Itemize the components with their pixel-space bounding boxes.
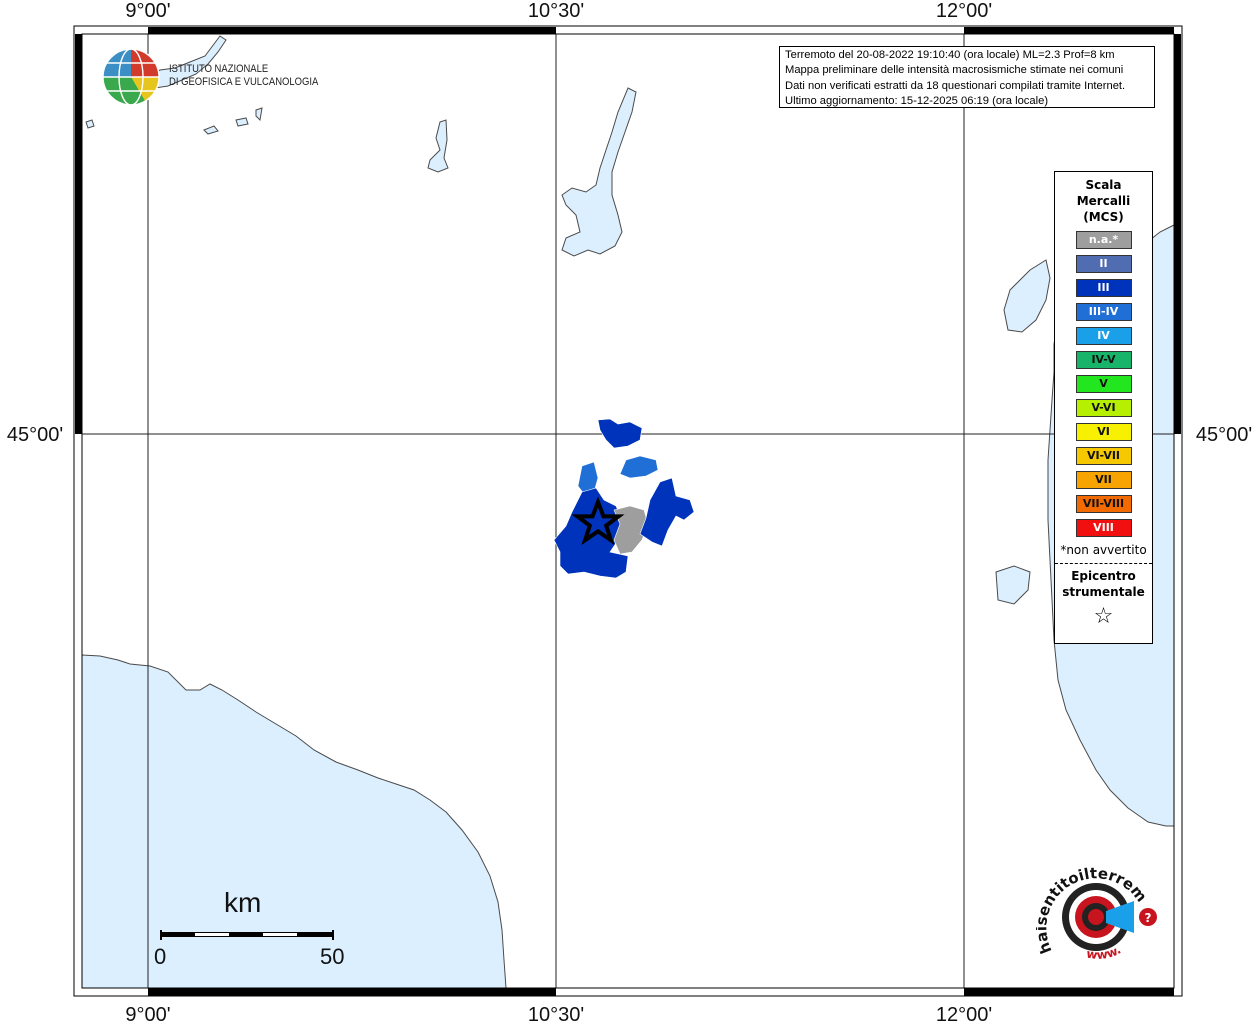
globe-icon: [102, 48, 160, 106]
lon-label-top-2: 10°30': [528, 0, 584, 22]
lon-label-bottom-2: 10°30': [528, 1004, 584, 1024]
event-info-box: Terremoto del 20-08-2022 19:10:40 (ora l…: [779, 46, 1155, 108]
legend-note: *non avvertito: [1060, 543, 1147, 557]
haisentito-badge-icon: haisentitoilterremoto.it www. ?: [1031, 841, 1157, 962]
legend-item: VII-VIII: [1075, 495, 1132, 513]
legend-item: IV: [1075, 327, 1132, 345]
scale-label-left: 0: [154, 944, 167, 969]
mcs-legend: Scala Mercalli (MCS) n.a.* II III III-IV IV I…: [1054, 171, 1153, 644]
legend-item: III: [1075, 279, 1132, 297]
legend-separator: [1055, 563, 1152, 564]
scale-title: km: [224, 887, 262, 918]
legend-item: V: [1075, 375, 1132, 393]
legend-star-icon: ☆: [1093, 604, 1114, 629]
legend-epicenter-line1: Epicentro: [1071, 569, 1136, 583]
lon-label-bottom-1: 9°00': [125, 1004, 170, 1024]
legend-items: n.a.* II III III-IV IV IV-V V V-VI VI VI-VII VII VI…: [1055, 231, 1152, 537]
legend-item: II: [1075, 255, 1132, 273]
event-info-line1: Terremoto del 20-08-2022 19:10:40 (ora l…: [785, 49, 1115, 61]
legend-item: IV-V: [1075, 351, 1132, 369]
ingv-name-line2: DI GEOFISICA E VULCANOLOGIA: [169, 76, 319, 88]
scale-label-right: 50: [320, 944, 345, 969]
event-info-line2: Mappa preliminare delle intensità macros…: [785, 64, 1124, 77]
haisentito-logo: haisentitoilterremoto.it www. ?: [1031, 841, 1166, 975]
ingv-name-line1: ISTITUTO NAZIONALE: [169, 63, 269, 75]
event-info-line4: Ultimo aggiornamento: 15-12-2025 06:19 (…: [785, 94, 1049, 107]
legend-title-line2: Mercalli: [1076, 194, 1131, 208]
legend-epicenter-line2: strumentale: [1062, 585, 1145, 599]
legend-item: n.a.*: [1075, 231, 1132, 249]
lon-label-bottom-3: 12°00': [936, 1004, 992, 1024]
legend-title-line1: Scala: [1085, 178, 1122, 192]
legend-item: III-IV: [1075, 303, 1132, 321]
lat-label-left: 45°00': [7, 424, 63, 446]
ingv-logo: ISTITUTO NAZIONALE DI GEOFISICA E VULCAN…: [101, 47, 321, 109]
legend-item: V-VI: [1075, 399, 1132, 417]
legend-item: VII: [1075, 471, 1132, 489]
lon-label-top-3: 12°00': [936, 0, 992, 22]
legend-item: VI-VII: [1075, 447, 1132, 465]
lat-label-right: 45°00': [1196, 424, 1252, 446]
legend-title-line3: (MCS): [1083, 210, 1124, 224]
event-info-line3: Dati non verificati estratti da 18 quest…: [785, 79, 1126, 92]
legend-item: VIII: [1075, 519, 1132, 537]
legend-item: VI: [1075, 423, 1132, 441]
lon-label-top-1: 9°00': [125, 0, 170, 22]
badge-question: ?: [1145, 911, 1152, 925]
